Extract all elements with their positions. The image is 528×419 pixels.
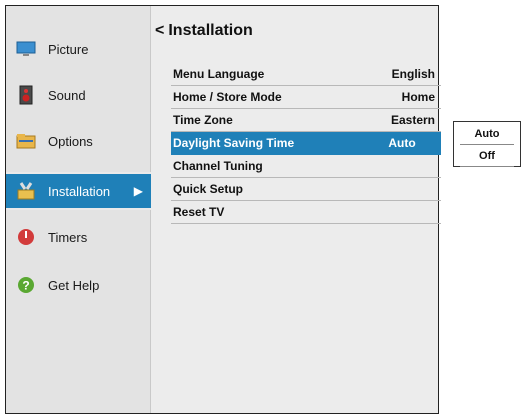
menu-row-value: Eastern <box>390 113 435 127</box>
menu-row-daylight-saving-time[interactable]: Daylight Saving Time Auto <box>171 132 441 155</box>
menu-row-value: Auto <box>388 136 416 150</box>
menu-row-label: Channel Tuning <box>173 159 263 173</box>
monitor-icon <box>16 39 36 59</box>
main-panel: < Installation Menu Language English Home… <box>151 6 441 413</box>
speaker-icon <box>16 85 36 105</box>
menu-row-channel-tuning[interactable]: Channel Tuning <box>171 155 441 178</box>
menu-row-value: English <box>391 67 435 81</box>
svg-text:?: ? <box>22 279 29 293</box>
menu-row-label: Daylight Saving Time <box>173 136 295 150</box>
sidebar-item-picture[interactable]: Picture <box>6 32 151 66</box>
menu-row-label: Quick Setup <box>173 182 244 196</box>
sidebar-item-installation[interactable]: Installation ▶ <box>6 172 151 210</box>
page-title: < Installation <box>155 22 253 40</box>
menu-list: Menu Language English Home / Store Mode … <box>171 63 441 224</box>
menu-row-home-store-mode[interactable]: Home / Store Mode Home <box>171 86 441 109</box>
sidebar-item-get-help[interactable]: ? Get Help <box>6 268 151 302</box>
sidebar: Picture Sound Options Installation ▶ Tim… <box>6 6 151 413</box>
menu-row-label: Menu Language <box>173 67 265 81</box>
menu-row-reset-tv[interactable]: Reset TV <box>171 201 441 224</box>
sidebar-item-options[interactable]: Options <box>6 124 151 158</box>
dst-options-popup: Auto Off <box>453 121 521 167</box>
expand-arrow-icon: ▶ <box>133 184 143 198</box>
menu-row-time-zone[interactable]: Time Zone Eastern <box>171 109 441 132</box>
sidebar-item-timers[interactable]: Timers <box>6 220 151 254</box>
menu-row-quick-setup[interactable]: Quick Setup <box>171 178 441 201</box>
page-title-text: Installation <box>168 22 253 39</box>
popup-divider <box>460 144 514 145</box>
menu-row-menu-language[interactable]: Menu Language English <box>171 63 441 86</box>
folder-icon <box>16 131 36 151</box>
tv-menu-frame: Picture Sound Options Installation ▶ Tim… <box>5 5 441 414</box>
timer-icon <box>16 227 36 247</box>
popup-option-off[interactable]: Off <box>460 146 514 166</box>
sidebar-item-label: Picture <box>48 41 89 57</box>
menu-row-label: Reset TV <box>173 205 225 219</box>
tools-icon <box>16 181 36 201</box>
sidebar-item-label: Sound <box>48 87 86 103</box>
popup-option-auto[interactable]: Auto <box>460 124 514 144</box>
sidebar-item-label: Get Help <box>48 277 100 293</box>
popup-divider <box>460 166 514 167</box>
sidebar-item-label: Timers <box>48 229 88 245</box>
menu-row-label: Home / Store Mode <box>173 90 282 104</box>
menu-row-label: Time Zone <box>173 113 233 127</box>
help-icon: ? <box>16 275 36 295</box>
sidebar-item-sound[interactable]: Sound <box>6 78 151 112</box>
sidebar-item-label: Installation <box>48 183 111 199</box>
sidebar-item-label: Options <box>48 133 93 149</box>
back-icon[interactable]: < <box>155 22 164 39</box>
menu-row-value: Home <box>401 90 435 104</box>
